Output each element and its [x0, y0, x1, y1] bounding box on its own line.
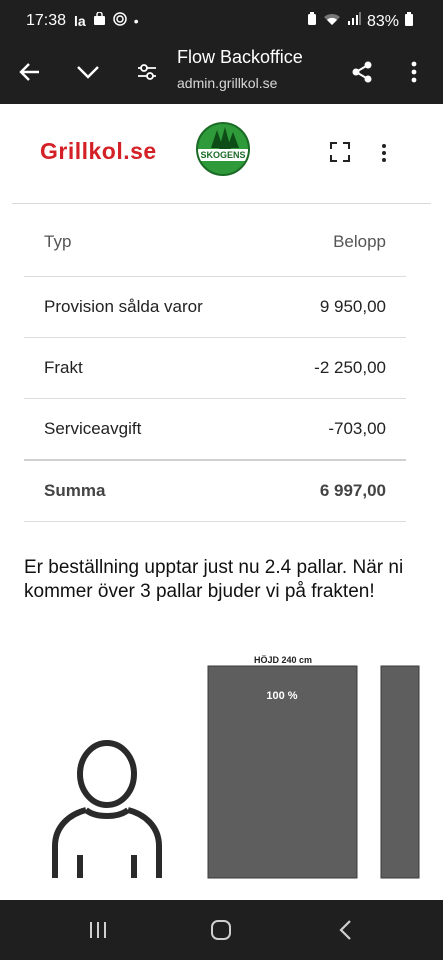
recent-apps-button[interactable] [85, 918, 111, 942]
row-amount: -703,00 [328, 419, 386, 438]
arrow-left-icon [19, 63, 39, 81]
pallet-message: Er beställning upptar just nu 2.4 pallar… [24, 557, 404, 602]
share-button[interactable] [344, 54, 380, 90]
fullscreen-button[interactable] [328, 140, 352, 164]
overflow-menu-button[interactable] [396, 54, 432, 90]
battery-icon [405, 12, 413, 31]
battery-saver-icon [307, 12, 317, 31]
app-title: Flow Backoffice [177, 47, 303, 67]
total-label: Summa [44, 481, 106, 500]
payout-table: Typ Belopp Provision sålda varor 9 950,0… [24, 212, 406, 522]
header-divider [12, 203, 431, 204]
home-icon [211, 920, 231, 940]
site-settings-button[interactable] [129, 54, 165, 90]
skogens-banner: SKOGENS [198, 149, 248, 161]
wifi-icon [323, 12, 341, 31]
battery-level: 83% [366, 12, 399, 30]
app-bar: Flow Backoffice admin.grillkol.se [0, 42, 443, 104]
share-icon [352, 61, 372, 83]
row-type: Serviceavgift [44, 419, 142, 438]
pallet-illustration: HÖJD 240 cm 100 % [0, 650, 443, 900]
row-amount: -2 250,00 [314, 358, 386, 377]
fullscreen-icon [330, 142, 350, 162]
back-nav-button[interactable] [333, 918, 359, 942]
collapse-button[interactable] [70, 54, 106, 90]
row-type: Provision sålda varor [44, 297, 203, 316]
page-menu-button[interactable] [376, 142, 392, 164]
person-icon [52, 740, 162, 878]
skogens-logo: SKOGENS [196, 122, 250, 176]
target-icon [112, 12, 127, 29]
table-total-row: Summa 6 997,00 [24, 461, 406, 522]
fill-label: 100 % [266, 690, 297, 702]
pallet-graphic: HÖJD 240 cm 100 % [52, 655, 420, 879]
la-icon: la [74, 12, 86, 29]
tune-icon [138, 64, 156, 80]
more-vert-icon [382, 144, 386, 162]
row-type: Frakt [44, 358, 83, 377]
table-row: Provision sålda varor 9 950,00 [24, 277, 406, 338]
status-bar: 17:38 la • 83% [0, 0, 443, 42]
home-button[interactable] [208, 918, 234, 942]
chevron-left-icon [339, 920, 351, 940]
grillkol-logo[interactable]: Grillkol.se [40, 138, 157, 165]
table-row: Frakt -2 250,00 [24, 338, 406, 399]
app-url: admin.grillkol.se [177, 75, 278, 91]
table-header-row: Typ Belopp [24, 212, 406, 277]
chevron-down-icon [77, 66, 99, 79]
status-time: 17:38 [26, 12, 67, 29]
row-amount: 9 950,00 [319, 297, 386, 316]
system-nav-bar [0, 900, 443, 960]
header-type: Typ [44, 232, 72, 251]
recents-icon [90, 922, 106, 938]
header-amount: Belopp [333, 232, 386, 251]
table-row: Serviceavgift -703,00 [24, 399, 406, 461]
dot-icon: • [133, 12, 139, 29]
height-label: HÖJD 240 cm [254, 655, 312, 665]
total-amount: 6 997,00 [319, 481, 386, 500]
bag-icon [93, 11, 106, 29]
signal-icon [347, 12, 361, 31]
more-vert-icon [411, 61, 417, 83]
back-button[interactable] [12, 54, 48, 90]
pallet-stack [380, 665, 420, 879]
